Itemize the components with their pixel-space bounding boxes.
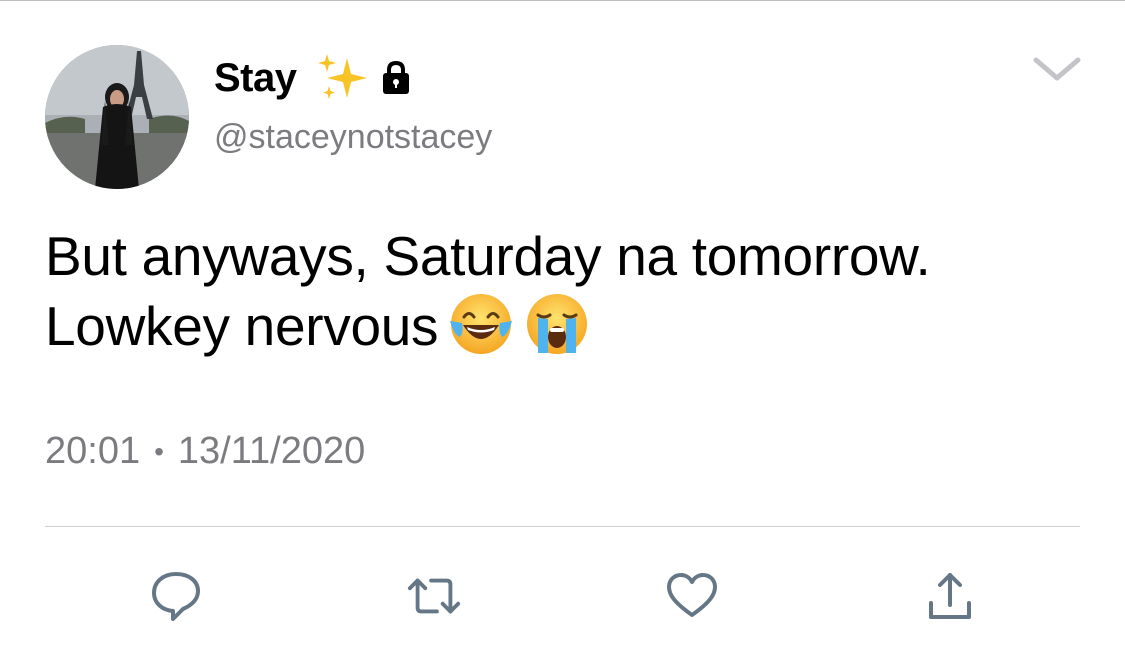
display-name[interactable]: Stay [214,56,297,101]
retweet-icon[interactable] [406,568,462,624]
divider [45,526,1080,527]
avatar[interactable] [45,45,189,189]
tweet-line-2-text: Lowkey nervous [45,295,439,357]
chevron-down-icon[interactable] [1030,52,1084,86]
tweet-date: 13/11/2020 [177,430,366,472]
loudly-crying-face-icon [524,291,590,357]
reply-icon[interactable] [148,568,204,624]
timestamp-separator: • [154,435,164,467]
like-icon[interactable] [664,568,720,624]
lock-icon [381,60,411,96]
tweet-line-2: Lowkey nervous [45,291,1095,361]
top-border [0,0,1125,1]
tweet-time: 20:01 [45,430,141,472]
face-with-tears-of-joy-icon [448,291,514,357]
display-name-row: Stay [214,52,411,104]
tweet-line-1: But anyways, Saturday na tomorrow. [45,225,931,287]
tweet-text: But anyways, Saturday na tomorrow. Lowke… [45,222,1095,361]
share-icon[interactable] [922,568,978,624]
timestamp-row: 20:01 • 13/11/2020 [45,430,365,473]
sparkles-icon [315,52,371,104]
handle[interactable]: @staceynotstacey [214,118,492,157]
